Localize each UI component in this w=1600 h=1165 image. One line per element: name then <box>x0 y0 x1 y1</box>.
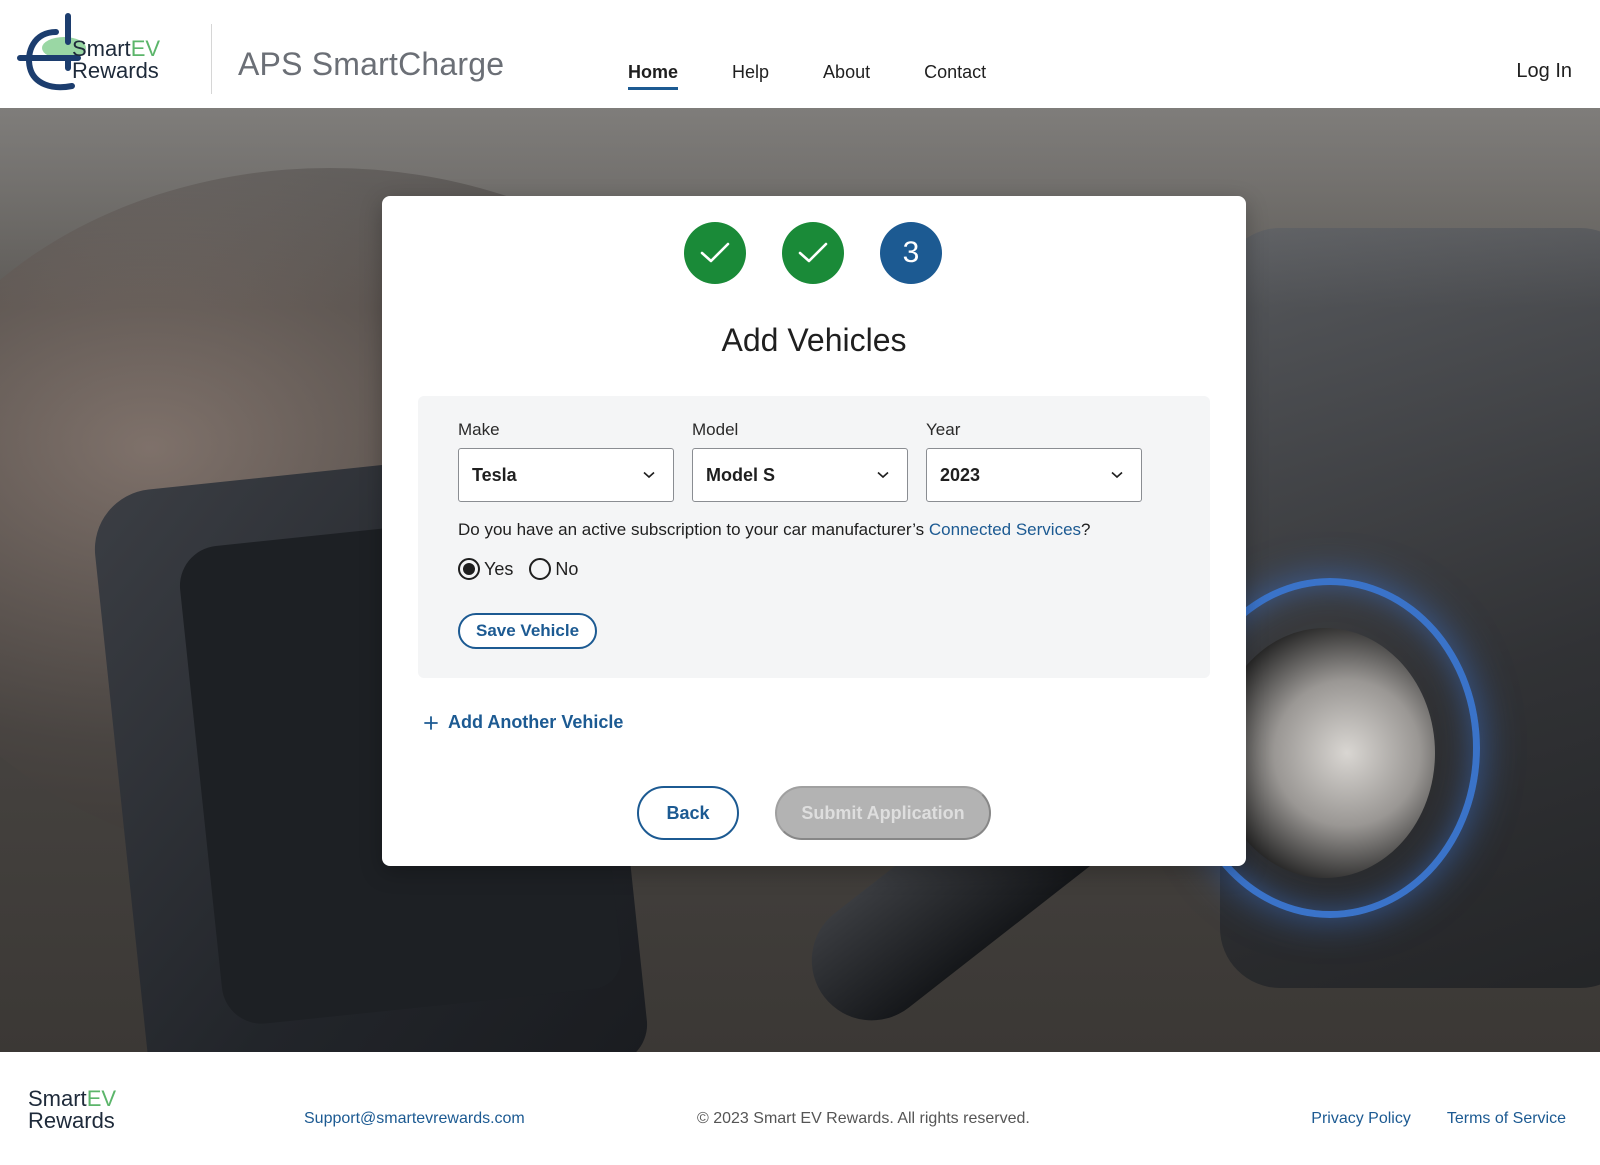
subscription-radio-group: Yes No <box>458 558 578 580</box>
model-select[interactable]: Model S <box>692 448 908 502</box>
model-label: Model <box>692 420 739 439</box>
logo-text: SmartEV Rewards <box>72 36 161 83</box>
year-field: Year 2023 <box>926 420 1142 502</box>
footer-links: Privacy Policy Terms of Service <box>1311 1110 1566 1128</box>
question-text: Do you have an active subscription to yo… <box>458 520 929 539</box>
login-link[interactable]: Log In <box>1516 60 1572 83</box>
model-select-value: Model S <box>706 464 776 485</box>
year-select-value: 2023 <box>940 464 981 485</box>
step-2-complete <box>782 222 844 284</box>
plus-icon <box>424 715 438 730</box>
chevron-down-icon <box>877 471 889 479</box>
check-icon <box>700 242 730 263</box>
model-field: Model Model S <box>692 420 908 502</box>
radio-no-label: No <box>555 558 579 579</box>
add-another-vehicle-label: Add Another Vehicle <box>448 712 624 732</box>
app-title: APS SmartCharge <box>238 46 505 82</box>
site-header: SmartEV Rewards APS SmartCharge Home Hel… <box>0 0 1600 108</box>
footer-logo: SmartEV Rewards <box>28 1086 117 1133</box>
radio-no[interactable]: No <box>529 558 578 580</box>
add-another-vehicle-button[interactable]: Add Another Vehicle <box>424 712 623 733</box>
subscription-question: Do you have an active subscription to yo… <box>458 520 1091 540</box>
save-vehicle-button[interactable]: Save Vehicle <box>458 613 598 649</box>
make-select[interactable]: Tesla <box>458 448 674 502</box>
step-3-current: 3 <box>880 222 942 284</box>
smart-ev-rewards-logo[interactable]: SmartEV Rewards <box>16 12 186 94</box>
privacy-policy-link[interactable]: Privacy Policy <box>1311 1110 1411 1128</box>
connected-services-link[interactable]: Connected Services <box>929 520 1081 539</box>
nav-item-about[interactable]: About <box>823 62 870 89</box>
copyright-text: © 2023 Smart EV Rewards. All rights rese… <box>697 1110 1030 1127</box>
vehicle-form-panel: Make Tesla Model Model S Year 2023 Do yo… <box>418 396 1210 678</box>
nav-item-home[interactable]: Home <box>628 62 679 90</box>
step-1-complete <box>684 222 746 284</box>
year-label: Year <box>926 420 961 439</box>
radio-yes[interactable]: Yes <box>458 558 513 580</box>
submit-application-button[interactable]: Submit Application <box>775 786 991 840</box>
make-label: Make <box>458 420 500 439</box>
radio-yes-indicator <box>458 558 480 580</box>
back-button[interactable]: Back <box>637 786 739 840</box>
radio-yes-label: Yes <box>484 558 514 579</box>
question-mark: ? <box>1081 520 1091 539</box>
make-field: Make Tesla <box>458 420 674 502</box>
add-vehicles-card: 3 Add Vehicles Make Tesla Model Model S <box>382 196 1246 866</box>
form-actions: Back Submit Application <box>382 786 1246 840</box>
year-select[interactable]: 2023 <box>926 448 1142 502</box>
nav-item-help[interactable]: Help <box>732 62 769 89</box>
header-divider <box>211 24 212 94</box>
hero-background-image: 3 Add Vehicles Make Tesla Model Model S <box>0 108 1600 1052</box>
check-icon <box>798 242 828 263</box>
page-title: Add Vehicles <box>721 322 907 358</box>
nav-item-contact[interactable]: Contact <box>924 62 986 89</box>
make-select-value: Tesla <box>472 464 517 485</box>
main-nav: Home Help About Contact <box>628 62 986 90</box>
support-email-link[interactable]: Support@smartevrewards.com <box>304 1110 525 1128</box>
progress-steps: 3 <box>684 222 942 284</box>
hero-socket <box>1215 628 1435 878</box>
site-footer: SmartEV Rewards Support@smartevrewards.c… <box>0 1052 1600 1165</box>
chevron-down-icon <box>643 471 655 479</box>
radio-no-indicator <box>529 558 552 580</box>
terms-of-service-link[interactable]: Terms of Service <box>1447 1110 1566 1128</box>
chevron-down-icon <box>1111 471 1123 479</box>
